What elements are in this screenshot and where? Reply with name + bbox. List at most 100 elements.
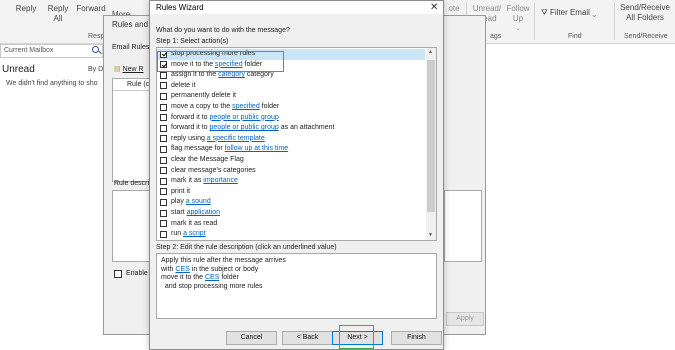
- email-rules-tab[interactable]: Email Rules: [112, 44, 149, 51]
- action-link[interactable]: follow up at this time: [225, 145, 288, 152]
- question-label: What do you want to do with the message?: [156, 27, 290, 34]
- cancel-button[interactable]: Cancel: [226, 331, 277, 345]
- action-text: play a sound: [171, 197, 211, 208]
- action-link[interactable]: importance: [203, 177, 238, 184]
- scroll-down-icon[interactable]: ▼: [428, 232, 433, 238]
- unread-label: Unread/: [472, 4, 502, 13]
- action-checkbox[interactable]: [160, 230, 167, 238]
- action-checkbox[interactable]: [160, 167, 167, 175]
- action-row[interactable]: move a copy to the specified folder: [157, 102, 425, 113]
- rules-list[interactable]: Rule (c: [112, 78, 152, 182]
- search-input[interactable]: Current Mailbox: [0, 44, 103, 58]
- action-checkbox[interactable]: [160, 145, 167, 153]
- action-text-post: category: [244, 71, 274, 79]
- back-button[interactable]: < Back: [282, 331, 333, 345]
- action-text-pre: forward it to: [171, 124, 210, 132]
- actions-list[interactable]: ▲ ▼ stop processing more rules move it to…: [156, 47, 437, 241]
- action-text-pre: mark it as: [171, 177, 204, 185]
- finish-button[interactable]: Finish: [391, 331, 442, 345]
- action-row[interactable]: print it: [157, 187, 425, 198]
- action-row[interactable]: clear the Message Flag: [157, 155, 425, 166]
- action-text-pre: clear the Message Flag: [171, 156, 244, 163]
- empty-mailbox-text: We didn't find anything to sho: [6, 80, 98, 87]
- action-link[interactable]: people or public group: [210, 124, 279, 131]
- action-text: forward it to people or public group as …: [171, 123, 334, 134]
- scroll-up-icon[interactable]: ▲: [428, 49, 433, 55]
- action-text-pre: play: [171, 198, 186, 206]
- rule-description-box[interactable]: Apply this rule after the message arrive…: [156, 253, 437, 319]
- action-row[interactable]: reply using a specific template: [157, 134, 425, 145]
- action-text-pre: flag message for: [171, 145, 225, 153]
- new-rule-button[interactable]: ▤ New R: [114, 65, 144, 73]
- action-checkbox[interactable]: [160, 198, 167, 206]
- action-row[interactable]: start application: [157, 208, 425, 219]
- action-checkbox[interactable]: [160, 124, 167, 132]
- action-link[interactable]: application: [187, 209, 220, 216]
- action-row[interactable]: permanently delete it: [157, 91, 425, 102]
- action-checkbox[interactable]: [160, 177, 167, 185]
- action-link[interactable]: specified: [232, 103, 260, 110]
- apply-button[interactable]: Apply: [446, 312, 484, 326]
- action-checkbox[interactable]: [160, 188, 167, 196]
- action-checkbox[interactable]: [160, 71, 167, 79]
- action-checkbox[interactable]: [160, 103, 167, 111]
- dialog-title: Rules Wizard: [156, 3, 204, 12]
- action-row[interactable]: run a script: [157, 229, 425, 240]
- action-checkbox[interactable]: [160, 209, 167, 217]
- action-text: reply using a specific template: [171, 134, 265, 145]
- action-text-pre: assign it to the: [171, 71, 219, 79]
- send-receive-button[interactable]: Send/Receive All Folders: [617, 3, 673, 23]
- enable-checkbox[interactable]: [114, 270, 122, 278]
- action-text-post: folder: [259, 103, 280, 110]
- forward-label: Forward: [76, 4, 106, 13]
- action-row[interactable]: play a sound: [157, 197, 425, 208]
- chevron-down-icon: ⌄: [589, 8, 596, 17]
- search-icon[interactable]: [92, 46, 99, 53]
- filter-email-button[interactable]: ⛛ Filter Email ⌄: [541, 8, 609, 18]
- action-checkbox[interactable]: [160, 220, 167, 228]
- reply-button[interactable]: Reply: [12, 4, 40, 14]
- follow-up-button[interactable]: Follow Up ⌄: [504, 4, 532, 34]
- action-row[interactable]: forward it to people or public group: [157, 113, 425, 124]
- action-checkbox[interactable]: [160, 135, 167, 143]
- filter-icon: ⛛: [541, 8, 550, 17]
- action-row[interactable]: clear message's categories: [157, 166, 425, 177]
- action-row[interactable]: mark it as read: [157, 219, 425, 230]
- highlight-box-actions: [157, 51, 284, 72]
- action-link[interactable]: a script: [183, 230, 206, 237]
- action-link[interactable]: a sound: [186, 198, 211, 205]
- action-text: flag message for follow up at this time: [171, 144, 288, 155]
- note-button[interactable]: ote: [444, 4, 464, 14]
- action-link[interactable]: a specific template: [207, 135, 265, 142]
- action-text-pre: reply using: [171, 134, 207, 142]
- action-text-pre: permanently delete it: [171, 92, 236, 100]
- action-checkbox[interactable]: [160, 156, 167, 164]
- forward-button[interactable]: Forward: [74, 4, 108, 14]
- action-checkbox[interactable]: [160, 114, 167, 122]
- action-text-pre: mark it as read: [171, 219, 218, 227]
- follow-up-label: Follow Up: [506, 4, 530, 23]
- action-checkbox[interactable]: [160, 82, 167, 90]
- rule-column-header[interactable]: Rule (c: [113, 79, 151, 91]
- unread-tab[interactable]: Unread: [2, 64, 35, 75]
- description-line: and stop processing more rules: [161, 283, 432, 292]
- action-text-pre: run: [171, 230, 184, 238]
- action-row[interactable]: delete it: [157, 81, 425, 92]
- description-link[interactable]: CES: [205, 274, 219, 281]
- chevron-down-icon: ⌄: [515, 26, 521, 32]
- scroll-thumb[interactable]: [427, 60, 435, 212]
- action-link[interactable]: people or public group: [210, 114, 279, 121]
- action-text-pre: clear message's categories: [171, 166, 256, 174]
- action-text-post: as an attachment: [278, 124, 335, 132]
- action-row[interactable]: forward it to people or public group as …: [157, 123, 425, 134]
- action-link[interactable]: category: [218, 71, 245, 78]
- description-link[interactable]: CES: [175, 266, 189, 273]
- action-row[interactable]: mark it as importance: [157, 176, 425, 187]
- actions-scrollbar[interactable]: ▲ ▼: [426, 48, 436, 240]
- action-checkbox[interactable]: [160, 92, 167, 100]
- reply-all-button[interactable]: Reply All: [43, 4, 73, 24]
- action-row[interactable]: flag message for follow up at this time: [157, 144, 425, 155]
- action-text: delete it: [171, 81, 196, 92]
- description-line: with CES in the subject or body: [161, 266, 432, 275]
- close-icon[interactable]: ✕: [430, 2, 438, 13]
